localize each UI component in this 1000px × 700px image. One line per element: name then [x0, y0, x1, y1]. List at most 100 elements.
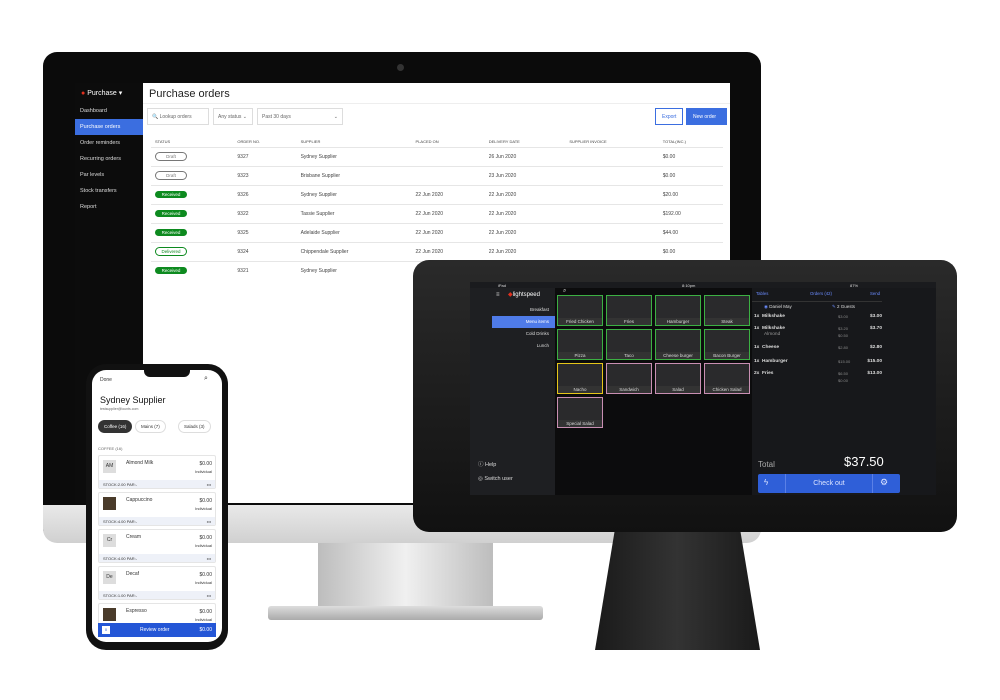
table-cell: 9324: [233, 241, 297, 261]
table-row[interactable]: Received 9326 Sydney Supplier 22 Jun 2020 22…: [151, 184, 723, 204]
search-icon[interactable]: ⌕: [204, 375, 208, 383]
menu-tile[interactable]: Hamburger: [655, 295, 701, 326]
guests[interactable]: ✎ 2 Guests: [832, 304, 855, 310]
table-row[interactable]: Draft 9327 Sydney Supplier 26 Jun 2020 $0.00: [151, 146, 723, 166]
category-chip[interactable]: Coffee (16): [98, 420, 133, 433]
tile-label: Salad: [656, 386, 700, 393]
price: $0.00: [199, 572, 212, 578]
price: $0.00: [199, 498, 212, 504]
more-icon[interactable]: •••: [207, 556, 211, 561]
category-item[interactable]: Cold Drinks: [492, 328, 555, 340]
column-header[interactable]: SUPPLIER INVOICE: [565, 137, 658, 147]
status-badge: Received: [155, 267, 187, 275]
product-card[interactable]: Cr Cream $0.00 Individual STOCK:4.00 PAR:- ••…: [98, 529, 216, 563]
menu-tile[interactable]: Nacho: [557, 363, 603, 394]
line-name: Hamburger: [762, 359, 788, 364]
help-button[interactable]: ⓘ Help: [478, 460, 496, 468]
done-button[interactable]: Done: [100, 377, 112, 383]
menu-tile[interactable]: Bacon Burger: [704, 329, 750, 360]
sidebar-item[interactable]: Purchase orders: [75, 119, 143, 135]
order-tab[interactable]: Orders (42): [810, 291, 832, 296]
category-chip[interactable]: Mains (7): [135, 420, 166, 433]
guest-count: 2 Guests: [837, 304, 856, 309]
tile-label: Nacho: [558, 386, 602, 393]
order-tab[interactable]: Tables: [756, 291, 768, 296]
line-total: $15.00: [867, 359, 882, 364]
brand-menu[interactable]: ● Purchase ▾: [75, 83, 143, 103]
tile-label: Chicken Salad: [705, 386, 749, 393]
column-header[interactable]: SUPPLIER: [297, 137, 412, 147]
tile-label: Pizza: [558, 352, 602, 359]
checkout-button[interactable]: Check out: [785, 474, 873, 493]
status-filter[interactable]: Any status ⌄: [213, 108, 253, 125]
menu-tile[interactable]: Fried Chicken: [557, 295, 603, 326]
table-cell: 23 Jun 2020: [484, 165, 566, 185]
stock-text: STOCK:4.00 PAR:-: [103, 519, 138, 524]
status-badge: Draft: [155, 152, 187, 161]
tile-label: Special Salad: [558, 420, 602, 427]
more-icon[interactable]: •••: [207, 519, 211, 524]
export-button[interactable]: Export: [655, 108, 684, 125]
new-order-button[interactable]: New order: [686, 108, 727, 125]
product-thumbnail: [103, 497, 116, 510]
product-price: $0.00 Individual: [195, 608, 212, 624]
more-icon[interactable]: •••: [207, 482, 211, 487]
column-header[interactable]: DELIVERY DATE: [485, 137, 566, 147]
product-thumbnail: De: [103, 571, 116, 584]
search-input[interactable]: 🔍 Lookup orders: [147, 108, 209, 125]
modifier-price: $0.00: [838, 378, 849, 383]
date-filter-value: Past 30 days: [262, 114, 291, 120]
sidebar-item[interactable]: Order reminders: [75, 135, 143, 151]
switch-user-button[interactable]: ◎ Switch user: [478, 476, 513, 482]
more-icon[interactable]: •••: [207, 593, 211, 598]
category-item[interactable]: Menu items: [492, 316, 555, 328]
table-cell: Received: [151, 260, 234, 280]
search-icon[interactable]: ⌕: [563, 288, 566, 295]
column-header[interactable]: TOTAL(INC.): [659, 137, 723, 147]
question-icon: ⓘ: [478, 462, 484, 468]
menu-tile[interactable]: Pizza: [557, 329, 603, 360]
menu-icon[interactable]: ≡: [496, 292, 500, 298]
review-order-button[interactable]: 0 Review order $0.00: [98, 623, 216, 637]
settings-icon[interactable]: ⚙: [880, 477, 888, 488]
menu-tile[interactable]: Taco: [606, 329, 652, 360]
table-row[interactable]: Draft 9323 Brisbane Supplier 23 Jun 2020 $0.…: [151, 165, 723, 185]
menu-tile[interactable]: Salad: [655, 363, 701, 394]
stock-info: STOCK:2.00 PAR:- •••: [99, 480, 215, 488]
unit-price: $3.20: [838, 326, 849, 331]
menu-tile[interactable]: Sandwich: [606, 363, 652, 394]
price: $0.00: [199, 535, 212, 541]
product-card[interactable]: AM Almond Milk $0.00 Individual STOCK:2.00 P…: [98, 455, 216, 489]
column-header[interactable]: PLACED ON: [412, 137, 485, 147]
table-row[interactable]: Delivered 9324 Chippendale Supplier 22 Jun …: [151, 241, 723, 261]
menu-tile[interactable]: Chicken Salad: [704, 363, 750, 394]
column-header[interactable]: STATUS: [151, 137, 233, 147]
table-row[interactable]: Received 9325 Adelaide Supplier 22 Jun 2020…: [151, 222, 723, 242]
help-label: Help: [485, 462, 497, 468]
order-tab[interactable]: Send: [870, 291, 880, 296]
sidebar-item[interactable]: Stock transfers: [75, 183, 143, 199]
line-total: $3.00: [869, 314, 882, 319]
lightning-icon[interactable]: ϟ: [764, 478, 768, 487]
customer[interactable]: ◉ Daniel May: [764, 304, 792, 310]
menu-tile[interactable]: Cheese burger: [655, 329, 701, 360]
sidebar-item[interactable]: Par levels: [75, 167, 143, 183]
menu-tile[interactable]: Special Salad: [557, 397, 603, 428]
tile-label: Cheese burger: [656, 352, 700, 359]
product-card[interactable]: De Decaf $0.00 Individual STOCK:1.00 PAR:- ••…: [98, 566, 216, 600]
column-header[interactable]: ORDER NO.: [233, 137, 296, 147]
customer-name: Daniel May: [769, 304, 792, 309]
menu-tile[interactable]: Fries: [606, 295, 652, 326]
table-row[interactable]: Received 9322 Tassie Supplier 22 Jun 2020 22…: [151, 203, 723, 223]
category-item[interactable]: Breakfast: [492, 304, 555, 316]
table-cell: Sydney Supplier: [296, 146, 412, 166]
menu-tile[interactable]: Steak: [704, 295, 750, 326]
category-item[interactable]: Lunch: [492, 340, 555, 352]
product-card[interactable]: Cappuccino $0.00 Individual STOCK:4.00 PAR:…: [98, 492, 216, 526]
category-chip[interactable]: Salads (3): [178, 420, 211, 433]
sidebar-item[interactable]: Recurring orders: [75, 151, 143, 167]
date-filter[interactable]: Past 30 days ⌄: [257, 108, 343, 125]
sidebar-item[interactable]: Report: [75, 199, 143, 215]
sidebar-item[interactable]: Dashboard: [75, 103, 143, 119]
modifier-price: $0.50: [838, 333, 849, 338]
